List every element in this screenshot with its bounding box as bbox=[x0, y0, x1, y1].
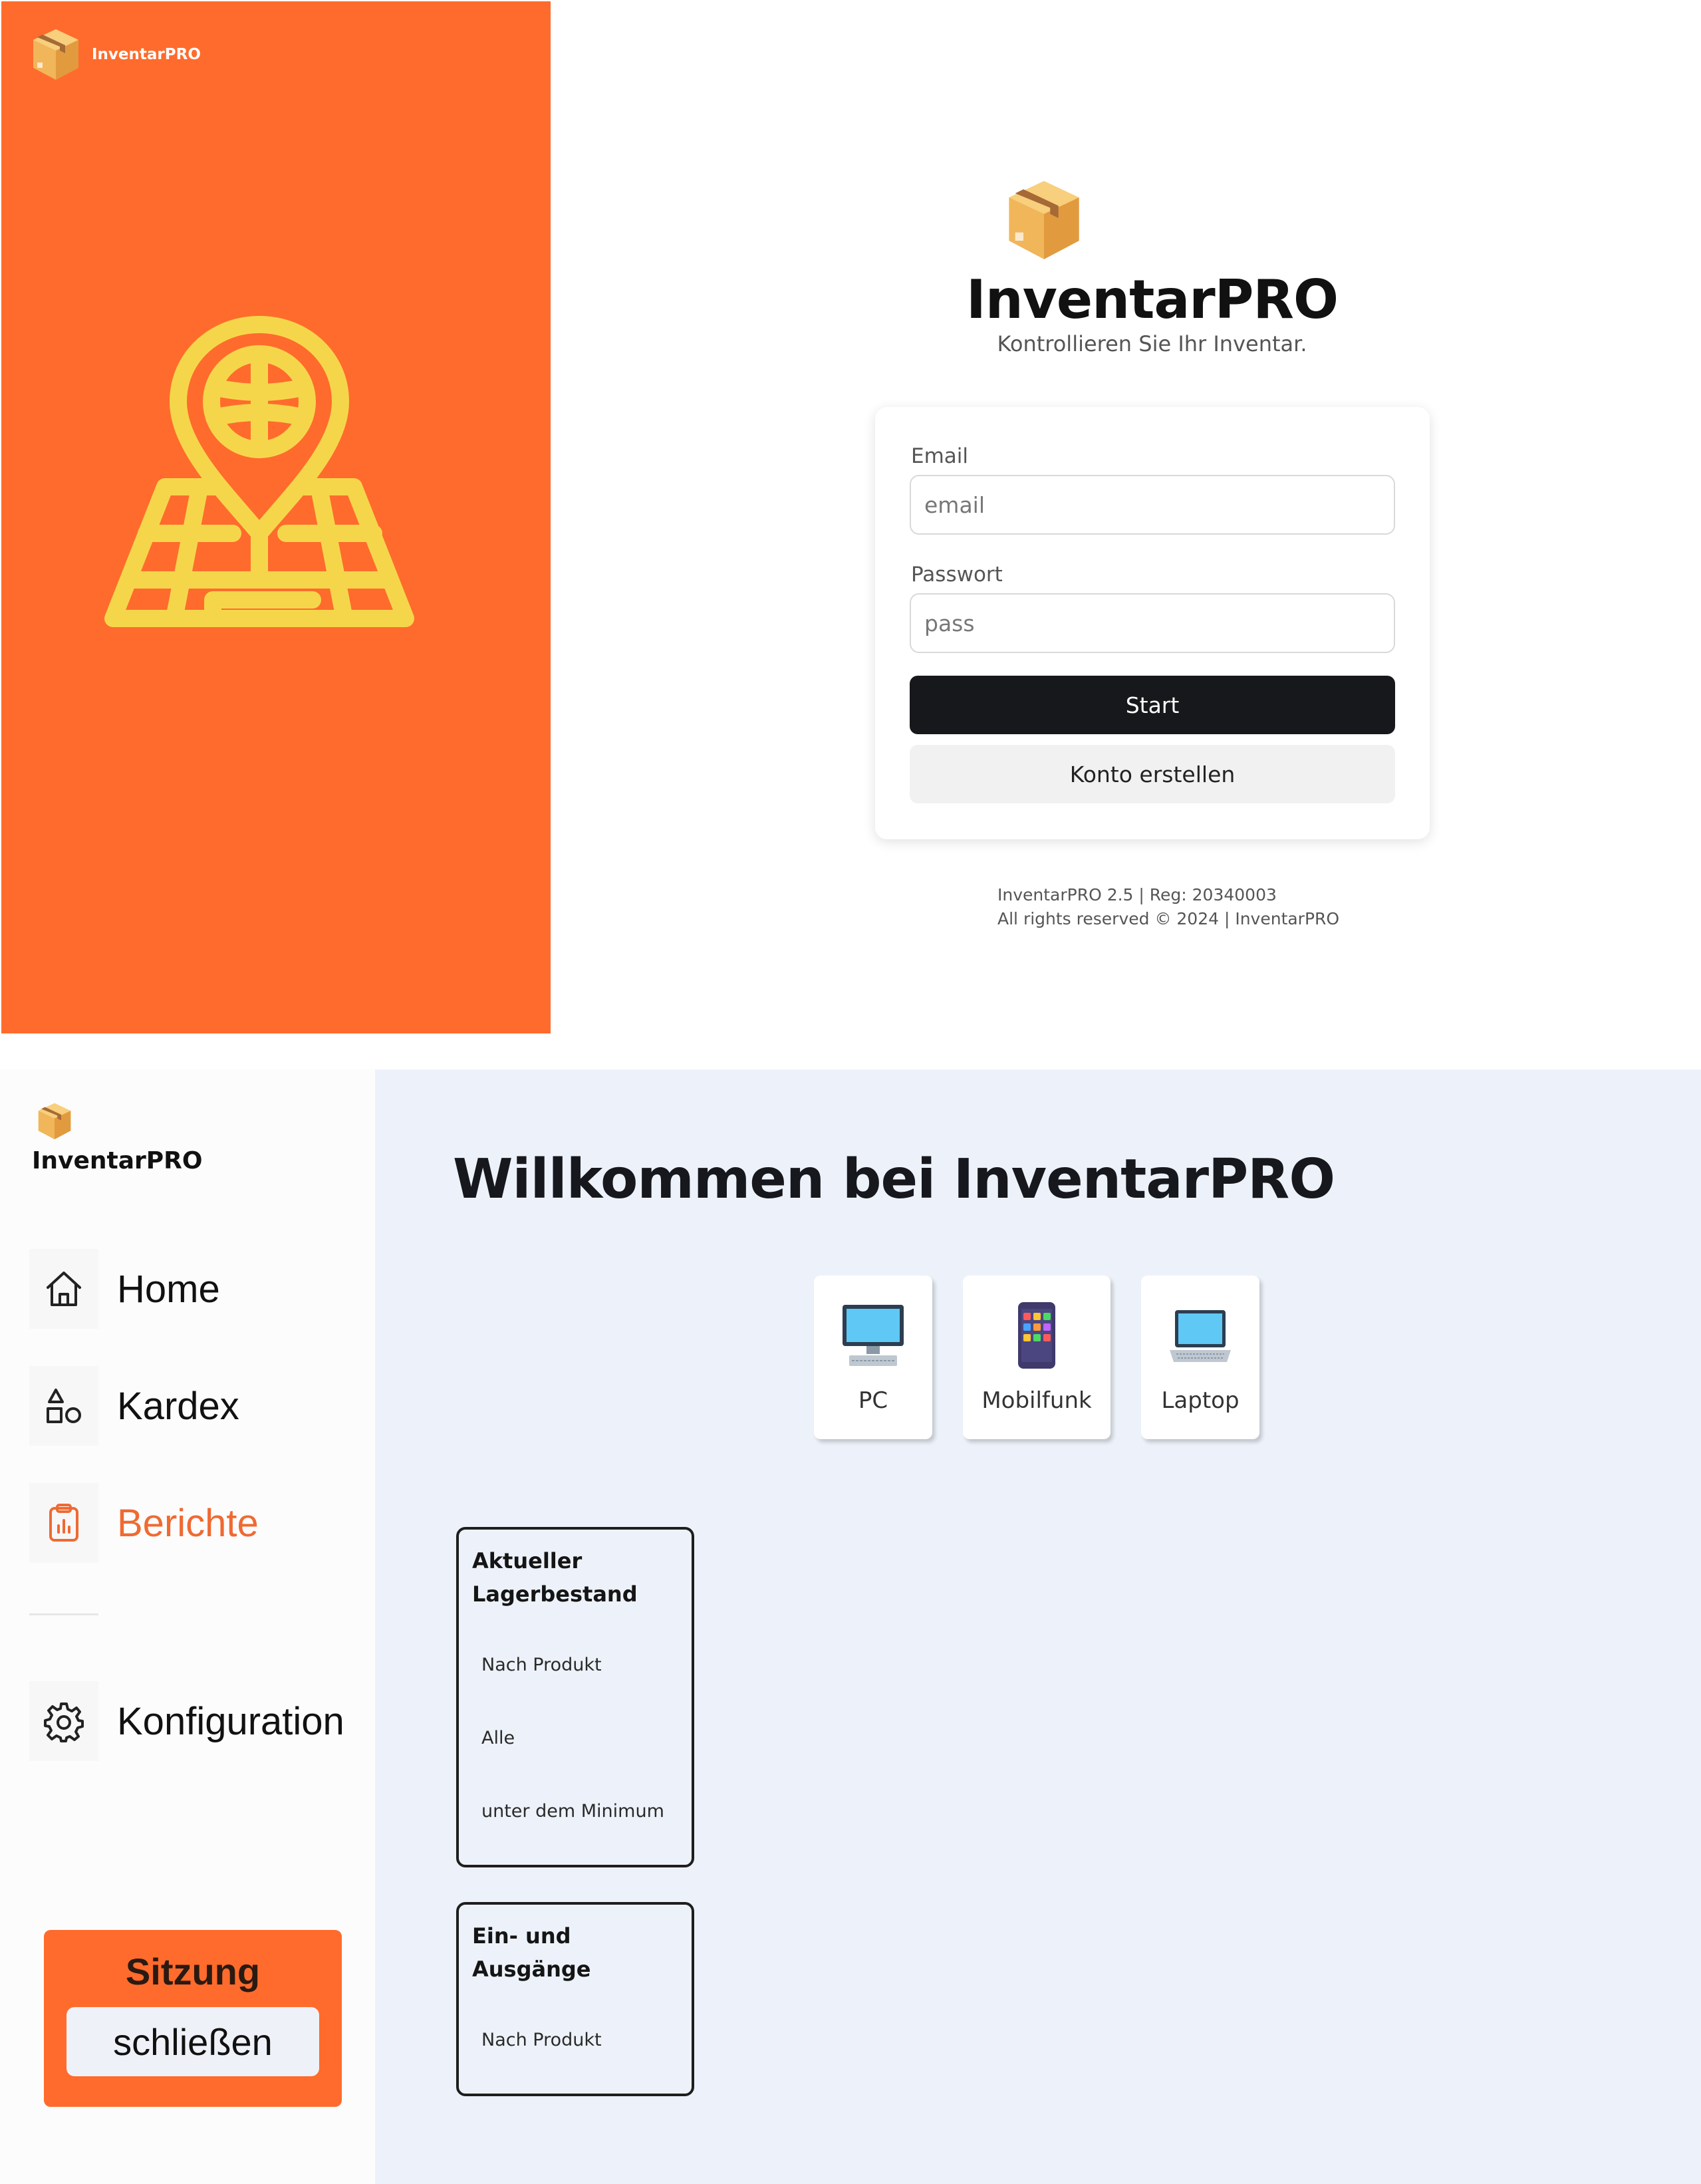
desktop-computer-icon bbox=[843, 1305, 904, 1366]
home-icon bbox=[47, 1272, 81, 1306]
sidebar-item-berichte[interactable]: Berichte bbox=[29, 1483, 259, 1563]
password-field[interactable] bbox=[910, 593, 1395, 653]
category-card-pc[interactable]: PC bbox=[814, 1276, 932, 1439]
sidebar: InventarPRO Home Kardex Berichte Konfigu… bbox=[0, 1069, 375, 2184]
report-card-in-out: Ein- und Ausgänge Nach Produkt bbox=[456, 1902, 694, 2096]
welcome-title: Willkommen bei InventarPRO bbox=[452, 1148, 1335, 1211]
clipboard-report-icon bbox=[49, 1504, 78, 1542]
package-box-icon bbox=[38, 1103, 71, 1140]
sidebar-brand[interactable]: InventarPRO bbox=[32, 1101, 203, 1174]
sidebar-item-kardex[interactable]: Kardex bbox=[29, 1366, 239, 1446]
package-box-icon bbox=[33, 29, 78, 80]
login-screen: InventarPRO InventarPRO Kontrollieren Si… bbox=[0, 0, 1701, 1035]
sidebar-item-konfiguration[interactable]: Konfiguration bbox=[29, 1681, 344, 1761]
package-box-icon bbox=[1009, 181, 1079, 259]
sidebar-item-label: Berichte bbox=[117, 1501, 259, 1545]
nav-icon-box bbox=[29, 1249, 98, 1329]
category-card-mobilfunk[interactable]: Mobilfunk bbox=[963, 1276, 1111, 1439]
category-card-laptop[interactable]: Laptop bbox=[1141, 1276, 1259, 1439]
category-label: Laptop bbox=[1161, 1387, 1240, 1414]
login-subtitle: Kontrollieren Sie Ihr Inventar. bbox=[997, 331, 1307, 356]
nav-icon-box bbox=[29, 1366, 98, 1446]
create-account-button[interactable]: Konto erstellen bbox=[910, 745, 1395, 803]
map-pin-globe-icon bbox=[104, 316, 414, 627]
logout-panel: Sitzung schließen bbox=[44, 1930, 342, 2107]
sidebar-item-label: Home bbox=[117, 1267, 220, 1311]
category-label: Mobilfunk bbox=[981, 1387, 1092, 1414]
sidebar-item-label: Kardex bbox=[117, 1384, 239, 1428]
logout-title: Sitzung bbox=[125, 1951, 261, 1992]
footer-version: InventarPRO 2.5 | Reg: 20340003 bbox=[997, 885, 1277, 904]
brand-label: InventarPRO bbox=[92, 46, 201, 63]
smartphone-icon bbox=[1018, 1302, 1055, 1369]
main-content: Willkommen bei InventarPRO PC Mobilfunk … bbox=[375, 1069, 1701, 2184]
brand-small: InventarPRO bbox=[31, 27, 201, 82]
report-title: Aktueller Lagerbestand bbox=[472, 1548, 638, 1607]
laptop-icon bbox=[1170, 1310, 1231, 1362]
login-title: InventarPRO bbox=[966, 269, 1339, 331]
login-hero-panel: InventarPRO bbox=[1, 1, 551, 1033]
dashboard-screen: InventarPRO Home Kardex Berichte Konfigu… bbox=[0, 1069, 1701, 2184]
category-label: PC bbox=[858, 1387, 888, 1414]
sidebar-item-label: Konfiguration bbox=[117, 1699, 344, 1743]
sidebar-item-home[interactable]: Home bbox=[29, 1249, 220, 1329]
footer-rights: All rights reserved © 2024 | InventarPRO bbox=[997, 909, 1340, 928]
login-form: Email Passwort Start Konto erstellen bbox=[875, 407, 1430, 839]
nav-icon-box bbox=[29, 1483, 98, 1563]
login-footer: InventarPRO 2.5 | Reg: 20340003 All righ… bbox=[997, 883, 1339, 931]
gear-icon bbox=[44, 1703, 84, 1742]
report-link-by-product[interactable]: Nach Produkt bbox=[481, 1655, 602, 1675]
sidebar-brand-label: InventarPRO bbox=[32, 1147, 203, 1174]
email-label: Email bbox=[911, 444, 969, 468]
nav-icon-box bbox=[29, 1681, 98, 1761]
start-button[interactable]: Start bbox=[910, 676, 1395, 734]
report-title: Ein- und Ausgänge bbox=[472, 1923, 591, 1982]
shapes-icon bbox=[47, 1389, 81, 1423]
sidebar-divider bbox=[29, 1613, 98, 1615]
email-field[interactable] bbox=[910, 475, 1395, 535]
logout-button[interactable]: schließen bbox=[66, 2007, 319, 2076]
password-label: Passwort bbox=[911, 563, 1003, 587]
report-link-all[interactable]: Alle bbox=[481, 1728, 515, 1748]
report-card-stock: Aktueller Lagerbestand Nach Produkt Alle… bbox=[456, 1527, 694, 1867]
report-link-by-product[interactable]: Nach Produkt bbox=[481, 2030, 602, 2050]
report-link-below-minimum[interactable]: unter dem Minimum bbox=[481, 1801, 664, 1822]
